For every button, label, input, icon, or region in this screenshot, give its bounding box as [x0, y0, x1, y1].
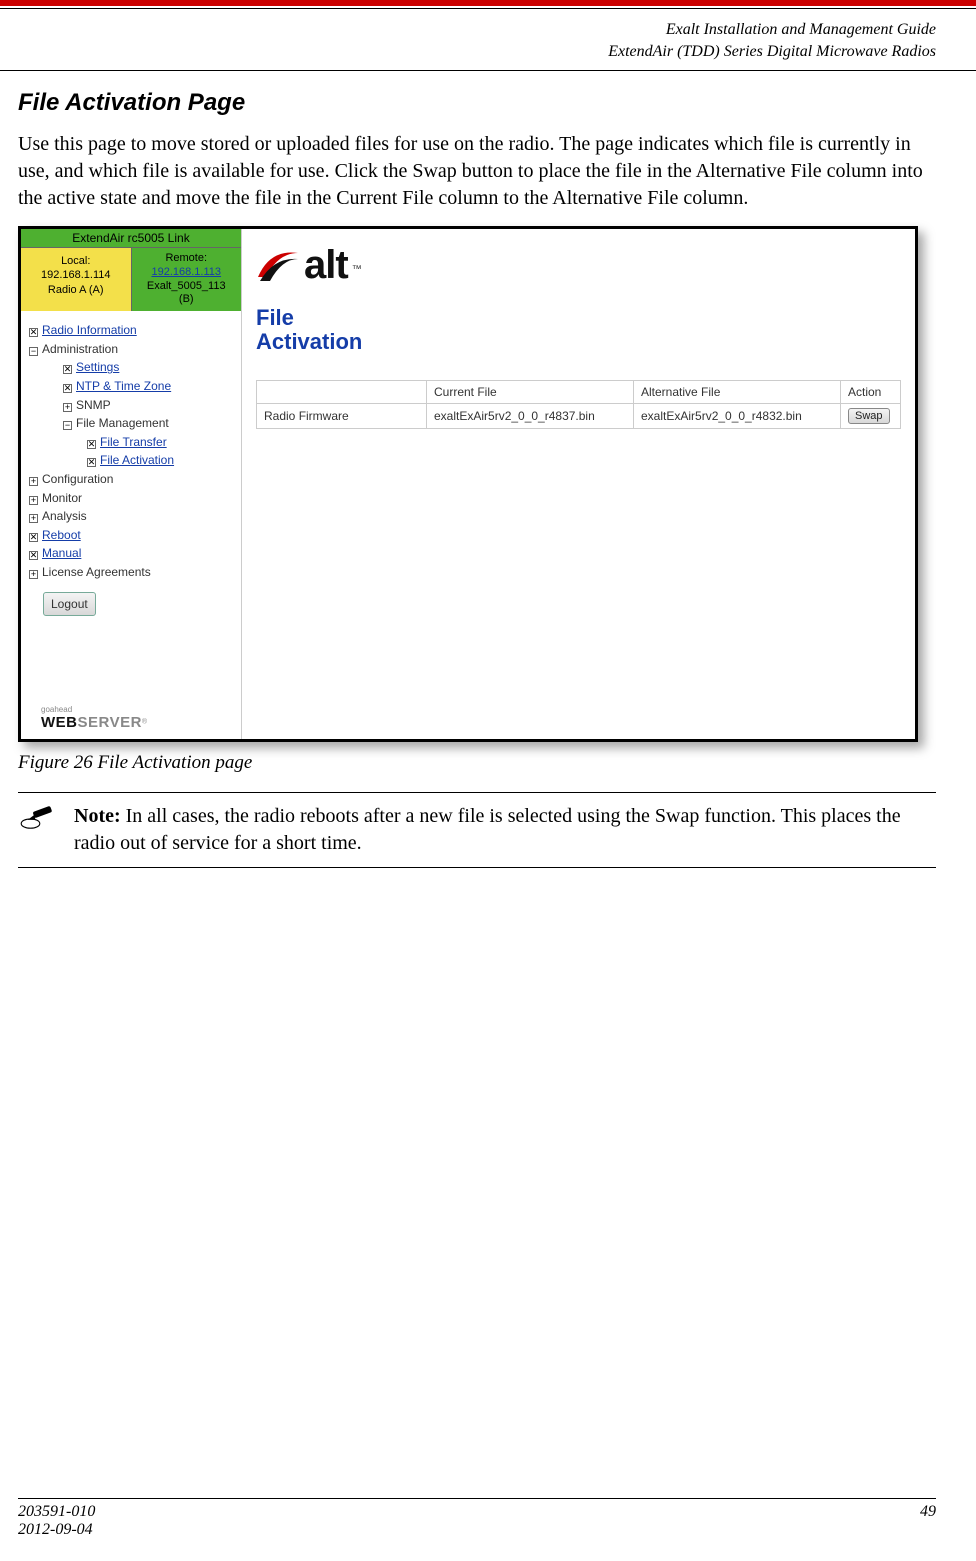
- page-heading: File Activation: [242, 296, 915, 380]
- collapse-icon[interactable]: −: [63, 421, 72, 430]
- nav-radio-info[interactable]: ✕ Radio Information: [29, 321, 235, 340]
- nav-manual[interactable]: ✕ Manual: [29, 544, 235, 563]
- remote-name: Exalt_5005_113: [134, 280, 240, 294]
- expand-icon[interactable]: +: [29, 496, 38, 505]
- nav-configuration[interactable]: + Configuration: [29, 470, 235, 489]
- nav-ntp[interactable]: ✕ NTP & Time Zone: [29, 377, 235, 396]
- expand-icon[interactable]: +: [29, 477, 38, 486]
- local-label: Local:: [23, 254, 129, 268]
- bullet-icon: ✕: [63, 384, 72, 393]
- table-row: Radio Firmware exaltExAir5rv2_0_0_r4837.…: [257, 404, 901, 429]
- nav-snmp[interactable]: + SNMP: [29, 396, 235, 415]
- note-block: Note: In all cases, the radio reboots af…: [18, 792, 936, 868]
- remote-ip-link[interactable]: 192.168.1.113: [151, 266, 221, 278]
- row-alt: exaltExAir5rv2_0_0_r4832.bin: [634, 404, 841, 429]
- remote-label: Remote:: [134, 252, 240, 266]
- page-heading-l2: Activation: [256, 330, 915, 354]
- logout-button[interactable]: Logout: [43, 592, 96, 617]
- nav-analysis[interactable]: + Analysis: [29, 507, 235, 526]
- row-current: exaltExAir5rv2_0_0_r4837.bin: [427, 404, 634, 429]
- bullet-icon: ✕: [63, 365, 72, 374]
- col-action: Action: [841, 381, 901, 404]
- col-blank: [257, 381, 427, 404]
- screenshot-figure: ExtendAir rc5005 Link Local: 192.168.1.1…: [18, 226, 918, 742]
- nav-monitor[interactable]: + Monitor: [29, 489, 235, 508]
- nav-file-transfer[interactable]: ✕ File Transfer: [29, 433, 235, 452]
- nav-reboot[interactable]: ✕ Reboot: [29, 526, 235, 545]
- table-header-row: Current File Alternative File Action: [257, 381, 901, 404]
- local-radio-box: Local: 192.168.1.114 Radio A (A): [21, 248, 132, 311]
- sidebar: ExtendAir rc5005 Link Local: 192.168.1.1…: [21, 229, 242, 739]
- note-bold: Note:: [74, 805, 121, 827]
- remote-suffix: (B): [134, 293, 240, 307]
- footer-rule: [18, 1498, 936, 1499]
- doc-number: 203591-010: [18, 1503, 95, 1521]
- web-text: WEB: [41, 714, 78, 731]
- header-line2: ExtendAir (TDD) Series Digital Microwave…: [40, 41, 936, 63]
- pencil-icon: [18, 803, 56, 857]
- note-text: Note: In all cases, the radio reboots af…: [74, 803, 936, 857]
- page-header: Exalt Installation and Management Guide …: [0, 9, 976, 66]
- bullet-icon: ✕: [29, 551, 38, 560]
- note-body: In all cases, the radio reboots after a …: [74, 805, 901, 854]
- server-text: SERVER: [78, 714, 142, 731]
- bullet-icon: ✕: [87, 440, 96, 449]
- local-ip: 192.168.1.114: [23, 268, 129, 282]
- goahead-label: goahead: [41, 705, 241, 714]
- local-radio: Radio A (A): [23, 283, 129, 297]
- page-heading-l1: File: [256, 306, 915, 330]
- remote-radio-box[interactable]: Remote: 192.168.1.113 Exalt_5005_113 (B): [132, 248, 242, 311]
- bullet-icon: ✕: [87, 458, 96, 467]
- file-table: Current File Alternative File Action Rad…: [256, 380, 901, 429]
- trademark-icon: ™: [352, 264, 362, 275]
- webserver-logo: goahead WEBSERVER®: [21, 699, 241, 739]
- col-current: Current File: [427, 381, 634, 404]
- nav-settings[interactable]: ✕ Settings: [29, 358, 235, 377]
- nav-tree: ✕ Radio Information − Administration ✕ S…: [21, 311, 241, 699]
- swoosh-icon: [256, 247, 300, 285]
- page-footer: 203591-010 2012-09-04 49: [0, 1498, 976, 1539]
- link-title: ExtendAir rc5005 Link: [21, 229, 241, 248]
- row-label: Radio Firmware: [257, 404, 427, 429]
- page-number: 49: [920, 1503, 936, 1539]
- section-body: Use this page to move stored or uploaded…: [18, 131, 936, 212]
- nav-license[interactable]: + License Agreements: [29, 563, 235, 582]
- nav-file-activation[interactable]: ✕ File Activation: [29, 451, 235, 470]
- bullet-icon: ✕: [29, 328, 38, 337]
- header-line1: Exalt Installation and Management Guide: [40, 19, 936, 41]
- nav-administration[interactable]: − Administration: [29, 340, 235, 359]
- figure-caption: Figure 26 File Activation page: [18, 752, 936, 774]
- top-red-bar: [0, 0, 976, 6]
- exalt-logo: alt ™: [242, 229, 915, 296]
- logo-text: alt: [304, 243, 348, 288]
- bullet-icon: ✕: [29, 533, 38, 542]
- swap-button[interactable]: Swap: [848, 408, 890, 424]
- doc-date: 2012-09-04: [18, 1521, 95, 1539]
- col-alternative: Alternative File: [634, 381, 841, 404]
- expand-icon[interactable]: +: [29, 514, 38, 523]
- main-panel: alt ™ File Activation Current File Alter…: [242, 229, 915, 739]
- section-title: File Activation Page: [18, 89, 936, 117]
- collapse-icon[interactable]: −: [29, 347, 38, 356]
- expand-icon[interactable]: +: [29, 570, 38, 579]
- expand-icon[interactable]: +: [63, 403, 72, 412]
- nav-file-management[interactable]: − File Management: [29, 414, 235, 433]
